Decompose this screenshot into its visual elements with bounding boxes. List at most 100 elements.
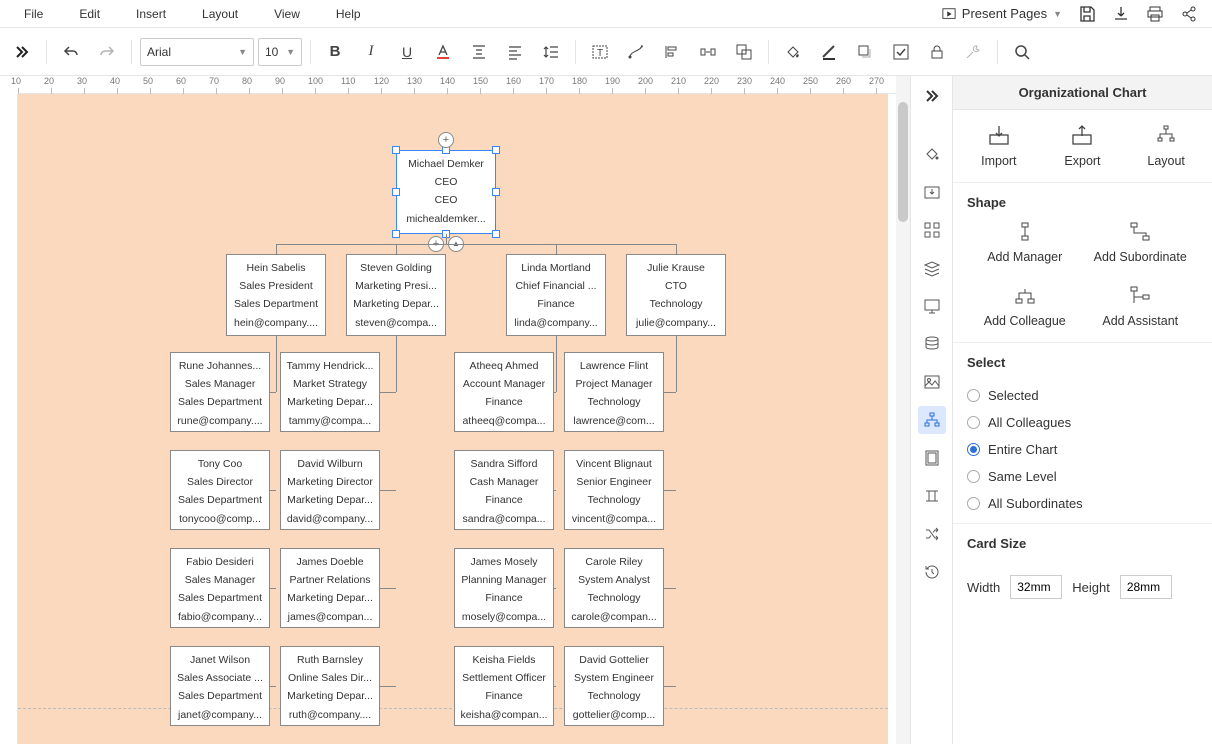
select-radio-1[interactable]: All Colleagues bbox=[967, 409, 1198, 436]
layers-icon[interactable] bbox=[918, 254, 946, 282]
menu-insert[interactable]: Insert bbox=[118, 3, 184, 25]
layout-button[interactable]: Layout bbox=[1126, 124, 1206, 168]
radio-icon bbox=[967, 416, 980, 429]
selection-handle[interactable] bbox=[492, 146, 500, 154]
save-icon[interactable] bbox=[1078, 5, 1096, 23]
history-icon[interactable] bbox=[918, 558, 946, 586]
org-node[interactable]: Linda MortlandChief Financial ...Finance… bbox=[506, 254, 606, 336]
expand-panel-icon[interactable] bbox=[918, 82, 946, 110]
org-node[interactable]: Rune Johannes...Sales ManagerSales Depar… bbox=[170, 352, 270, 432]
orgchart-icon[interactable] bbox=[918, 406, 946, 434]
tools-button[interactable] bbox=[957, 36, 989, 68]
shadow-button[interactable] bbox=[849, 36, 881, 68]
select-radio-2[interactable]: Entire Chart bbox=[967, 436, 1198, 463]
side-rail bbox=[910, 76, 952, 744]
print-icon[interactable] bbox=[1146, 5, 1164, 23]
org-node[interactable]: Fabio DesideriSales ManagerSales Departm… bbox=[170, 548, 270, 628]
import-button[interactable]: Import bbox=[959, 124, 1039, 168]
plus-top-icon[interactable]: + bbox=[438, 132, 454, 148]
redo-button[interactable] bbox=[91, 36, 123, 68]
height-input[interactable] bbox=[1120, 575, 1172, 599]
selection-handle[interactable] bbox=[492, 230, 500, 238]
image-icon[interactable] bbox=[918, 368, 946, 396]
selection-handle[interactable] bbox=[392, 146, 400, 154]
org-node[interactable]: Julie KrauseCTOTechnologyjulie@company..… bbox=[626, 254, 726, 336]
italic-button[interactable]: I bbox=[355, 36, 387, 68]
line-spacing-button[interactable] bbox=[535, 36, 567, 68]
lock-button[interactable] bbox=[921, 36, 953, 68]
presentation-icon[interactable] bbox=[918, 292, 946, 320]
present-pages-button[interactable]: Present Pages ▼ bbox=[942, 6, 1062, 21]
add-subordinate-button[interactable]: Add Subordinate bbox=[1083, 222, 1199, 264]
scrollbar-thumb[interactable] bbox=[898, 102, 908, 222]
arrange-icon[interactable] bbox=[918, 482, 946, 510]
connector-button[interactable] bbox=[620, 36, 652, 68]
org-node[interactable]: David WilburnMarketing DirectorMarketing… bbox=[280, 450, 380, 530]
selection-handle[interactable] bbox=[392, 230, 400, 238]
data-icon[interactable] bbox=[918, 330, 946, 358]
shape-section: Shape Add Manager Add Subordinate Add Co… bbox=[953, 182, 1212, 342]
org-node[interactable]: Tammy Hendrick...Market StrategyMarketin… bbox=[280, 352, 380, 432]
add-colleague-button[interactable]: Add Colleague bbox=[967, 286, 1083, 328]
org-node[interactable]: Steven GoldingMarketing Presi...Marketin… bbox=[346, 254, 446, 336]
menu-help[interactable]: Help bbox=[318, 3, 379, 25]
org-node[interactable]: Hein SabelisSales PresidentSales Departm… bbox=[226, 254, 326, 336]
org-node[interactable]: Vincent BlignautSenior EngineerTechnolog… bbox=[564, 450, 664, 530]
group-button[interactable] bbox=[728, 36, 760, 68]
select-radio-0[interactable]: Selected bbox=[967, 382, 1198, 409]
selection-handle[interactable] bbox=[492, 188, 500, 196]
grid-icon[interactable] bbox=[918, 216, 946, 244]
main-area: 1020304050607080901001101201301401501601… bbox=[0, 76, 1212, 744]
org-node[interactable]: David GottelierSystem EngineerTechnology… bbox=[564, 646, 664, 726]
textbox-button[interactable]: T bbox=[584, 36, 616, 68]
org-node[interactable]: Atheeq AhmedAccount ManagerFinanceatheeq… bbox=[454, 352, 554, 432]
download-icon[interactable] bbox=[1112, 5, 1130, 23]
menu-edit[interactable]: Edit bbox=[61, 3, 118, 25]
org-node[interactable]: Ruth BarnsleyOnline Sales Dir...Marketin… bbox=[280, 646, 380, 726]
shuffle-icon[interactable] bbox=[918, 520, 946, 548]
search-button[interactable] bbox=[1006, 36, 1038, 68]
distribute-button[interactable] bbox=[692, 36, 724, 68]
org-node[interactable]: James MoselyPlanning ManagerFinancemosel… bbox=[454, 548, 554, 628]
canvas[interactable]: Michael DemkerCEOCEOmichealdemker...++▲H… bbox=[18, 94, 910, 744]
text-align-h-button[interactable] bbox=[499, 36, 531, 68]
menu-view[interactable]: View bbox=[256, 3, 318, 25]
align-objects-button[interactable] bbox=[656, 36, 688, 68]
underline-button[interactable]: U bbox=[391, 36, 423, 68]
add-manager-button[interactable]: Add Manager bbox=[967, 222, 1083, 264]
font-size-select[interactable]: 10▼ bbox=[258, 38, 302, 66]
export-button[interactable]: Export bbox=[1042, 124, 1122, 168]
separator bbox=[131, 40, 132, 64]
font-color-button[interactable] bbox=[427, 36, 459, 68]
org-node[interactable]: Michael DemkerCEOCEOmichealdemker... bbox=[396, 150, 496, 234]
check-button[interactable] bbox=[885, 36, 917, 68]
fill-button[interactable] bbox=[777, 36, 809, 68]
vertical-scrollbar[interactable] bbox=[896, 76, 910, 744]
menu-layout[interactable]: Layout bbox=[184, 3, 256, 25]
menu-file[interactable]: File bbox=[6, 3, 61, 25]
selection-handle[interactable] bbox=[392, 188, 400, 196]
stroke-button[interactable] bbox=[813, 36, 845, 68]
org-node[interactable]: Tony CooSales DirectorSales Departmentto… bbox=[170, 450, 270, 530]
font-family-select[interactable]: Arial▼ bbox=[140, 38, 254, 66]
page-icon[interactable] bbox=[918, 444, 946, 472]
theme-icon[interactable] bbox=[918, 140, 946, 168]
select-section: Select SelectedAll ColleaguesEntire Char… bbox=[953, 342, 1212, 523]
org-node[interactable]: Lawrence FlintProject ManagerTechnologyl… bbox=[564, 352, 664, 432]
org-node[interactable]: Carole RileySystem AnalystTechnologycaro… bbox=[564, 548, 664, 628]
org-node[interactable]: James DoeblePartner RelationsMarketing D… bbox=[280, 548, 380, 628]
org-node[interactable]: Janet WilsonSales Associate ...Sales Dep… bbox=[170, 646, 270, 726]
menu-right: Present Pages ▼ bbox=[942, 5, 1206, 23]
import-panel-icon[interactable] bbox=[918, 178, 946, 206]
share-icon[interactable] bbox=[1180, 5, 1198, 23]
width-input[interactable] bbox=[1010, 575, 1062, 599]
bold-button[interactable]: B bbox=[319, 36, 351, 68]
text-align-v-button[interactable] bbox=[463, 36, 495, 68]
select-radio-4[interactable]: All Subordinates bbox=[967, 490, 1198, 517]
add-assistant-button[interactable]: Add Assistant bbox=[1083, 286, 1199, 328]
org-node[interactable]: Keisha FieldsSettlement OfficerFinanceke… bbox=[454, 646, 554, 726]
org-node[interactable]: Sandra SiffordCash ManagerFinancesandra@… bbox=[454, 450, 554, 530]
undo-button[interactable] bbox=[55, 36, 87, 68]
select-radio-3[interactable]: Same Level bbox=[967, 463, 1198, 490]
collapse-icon[interactable] bbox=[6, 36, 38, 68]
